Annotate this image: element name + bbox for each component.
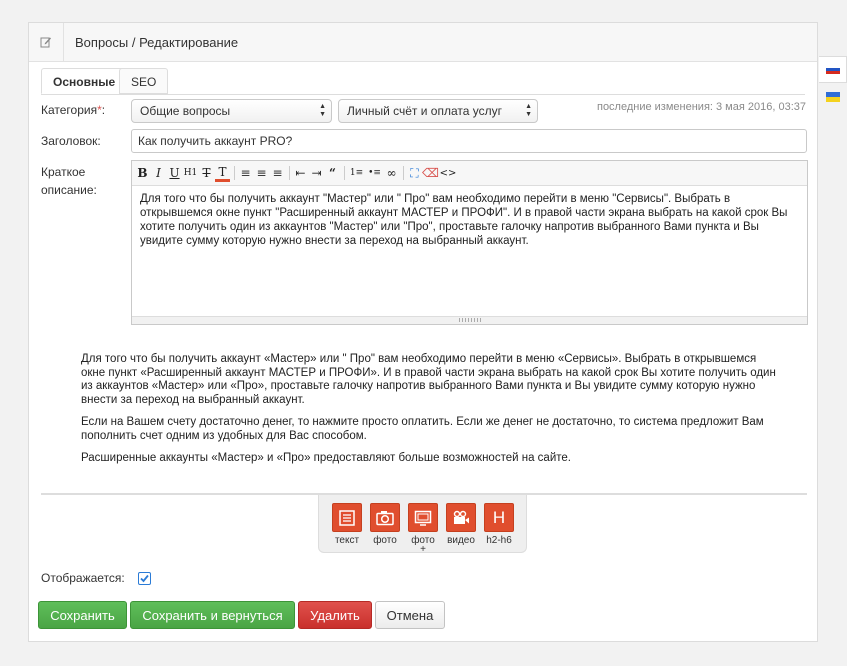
visible-checkbox[interactable] xyxy=(137,571,151,585)
eraser-button[interactable]: ⌫ xyxy=(422,164,439,182)
checkmark-icon xyxy=(140,574,149,582)
content-preview[interactable]: Для того что бы получить аккаунт «Мастер… xyxy=(81,353,781,475)
tab-main[interactable]: Основные xyxy=(41,68,128,94)
blockquote-button[interactable]: “ xyxy=(325,164,340,182)
subcategory-select[interactable]: Личный счёт и оплата услуг ▲ ▼ xyxy=(338,99,538,123)
preview-paragraph: Если на Вашем счету достаточно денег, то… xyxy=(81,416,764,442)
lang-tab-russian[interactable] xyxy=(819,56,847,83)
block-toolbar: текст фото фото + видео H h2-h6 xyxy=(318,495,527,555)
title-label: Заголовок: xyxy=(41,134,101,148)
edit-panel: Вопросы / Редактирование Основные SEO Ка… xyxy=(28,22,818,642)
add-gallery-block-button[interactable]: фото + xyxy=(408,503,438,555)
visible-label: Отображается: xyxy=(41,571,125,585)
tab-seo[interactable]: SEO xyxy=(119,68,169,94)
ukrainian-flag-icon xyxy=(826,91,840,102)
last-change-text: последние изменения: 3 мая 2016, 03:37 xyxy=(596,101,806,113)
block-label: h2-h6 xyxy=(486,535,512,546)
italic-button[interactable]: I xyxy=(151,164,166,182)
video-camera-icon xyxy=(446,503,476,532)
preview-paragraph: Расширенные аккаунты «Мастер» и «Про» пр… xyxy=(81,452,571,464)
fullscreen-button[interactable]: ⛶ xyxy=(407,164,422,182)
subcategory-select-value: Личный счёт и оплата услуг xyxy=(347,104,502,118)
toolbar-separator xyxy=(234,166,235,180)
editor-content[interactable]: Для того что бы получить аккаунт "Мастер… xyxy=(132,186,807,313)
tab-bar: Основные SEO xyxy=(41,68,805,95)
add-text-block-button[interactable]: текст xyxy=(332,503,362,546)
clear-format-button[interactable]: T xyxy=(199,164,214,182)
toolbar-separator xyxy=(289,166,290,180)
editor-toolbar: B I U H1 T T ≡ ≡ ≡ ⇤ ⇥ “ 1≡ •≡ ∞ ⛶ ⌫ <> xyxy=(132,161,807,186)
panel-header: Вопросы / Редактирование xyxy=(29,23,817,62)
photo-gallery-icon xyxy=(408,503,438,532)
resize-grip-icon xyxy=(458,318,481,322)
align-right-button[interactable]: ≡ xyxy=(270,164,285,182)
toolbar-separator xyxy=(344,166,345,180)
page-title: Вопросы / Редактирование xyxy=(75,34,239,50)
delete-button[interactable]: Удалить xyxy=(298,601,372,629)
visible-toggle-row: Отображается: xyxy=(41,571,151,585)
rich-text-editor[interactable]: B I U H1 T T ≡ ≡ ≡ ⇤ ⇥ “ 1≡ •≡ ∞ ⛶ ⌫ <> … xyxy=(131,160,808,325)
save-button[interactable]: Сохранить xyxy=(38,601,127,629)
link-button[interactable]: ∞ xyxy=(384,164,399,182)
align-center-button[interactable]: ≡ xyxy=(254,164,269,182)
source-code-button[interactable]: <> xyxy=(439,164,457,182)
russian-flag-icon xyxy=(825,64,840,75)
preview-paragraph: Для того что бы получить аккаунт «Мастер… xyxy=(81,353,776,406)
edit-icon xyxy=(29,23,64,61)
save-and-return-button[interactable]: Сохранить и вернуться xyxy=(130,601,295,629)
add-photo-block-button[interactable]: фото xyxy=(370,503,400,546)
short-description-label: Краткое описание: xyxy=(41,165,97,197)
category-select-value: Общие вопросы xyxy=(140,104,231,118)
editor-resize-handle[interactable] xyxy=(132,316,807,324)
ordered-list-button[interactable]: 1≡ xyxy=(348,164,365,182)
underline-button[interactable]: U xyxy=(167,164,182,182)
align-left-button[interactable]: ≡ xyxy=(238,164,253,182)
cancel-button[interactable]: Отмена xyxy=(375,601,445,629)
heading-button[interactable]: H1 xyxy=(183,164,198,182)
language-switcher xyxy=(819,56,847,110)
title-input[interactable] xyxy=(131,129,807,153)
select-arrows-icon: ▲ ▼ xyxy=(319,103,326,118)
category-select[interactable]: Общие вопросы ▲ ▼ xyxy=(131,99,332,123)
lang-tab-ukrainian[interactable] xyxy=(819,83,847,110)
unordered-list-button[interactable]: •≡ xyxy=(366,164,383,182)
text-color-button[interactable]: T xyxy=(215,165,230,182)
add-video-block-button[interactable]: видео xyxy=(446,503,476,546)
select-arrows-icon: ▲ ▼ xyxy=(525,103,532,118)
heading-icon: H xyxy=(484,503,514,532)
outdent-button[interactable]: ⇤ xyxy=(293,164,308,182)
toolbar-separator xyxy=(403,166,404,180)
camera-icon xyxy=(370,503,400,532)
category-label: Категория*: xyxy=(41,103,106,117)
add-heading-block-button[interactable]: H h2-h6 xyxy=(484,503,514,546)
bold-button[interactable]: B xyxy=(135,164,150,182)
text-block-icon xyxy=(332,503,362,532)
indent-button[interactable]: ⇥ xyxy=(309,164,324,182)
